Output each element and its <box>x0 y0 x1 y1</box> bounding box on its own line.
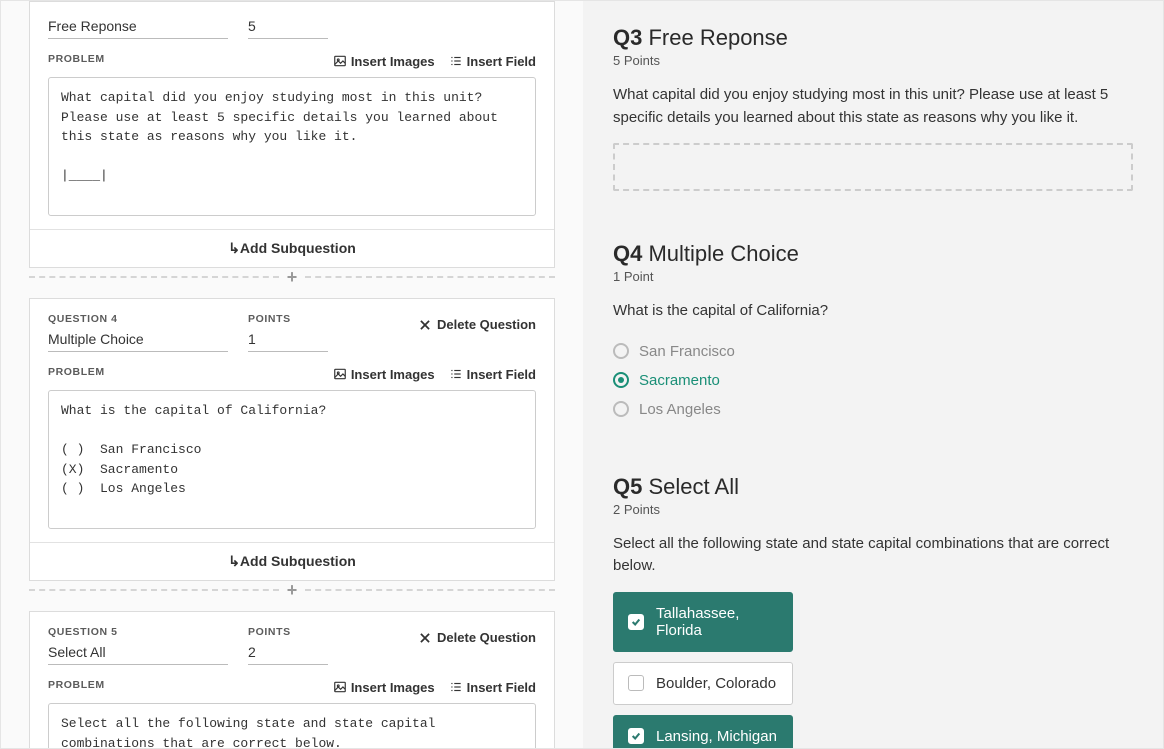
points-label: POINTS <box>248 626 328 638</box>
option-label: Lansing, Michigan <box>656 728 777 745</box>
problem-label: PROBLEM <box>48 679 105 691</box>
problem-label: PROBLEM <box>48 366 105 378</box>
radio-icon <box>613 343 629 359</box>
option-label: San Francisco <box>639 343 735 360</box>
question-title-input[interactable] <box>48 16 228 39</box>
add-subquestion-button[interactable]: ↳Add Subquestion <box>30 542 554 580</box>
insert-images-button[interactable]: Insert Images <box>333 367 435 382</box>
option-label: Tallahassee, Florida <box>656 605 778 639</box>
question-title-input[interactable] <box>48 329 228 352</box>
add-question-divider: + <box>29 268 555 286</box>
question-points-input[interactable] <box>248 642 328 665</box>
preview-column: Q3 Free Reponse 5 Points What capital di… <box>583 1 1163 748</box>
add-question-divider: + <box>29 581 555 599</box>
insert-field-button[interactable]: Insert Field <box>449 367 536 382</box>
question-card: QUESTION 5 POINTS Delete Question PROBLE… <box>29 611 555 748</box>
question-prompt: Select all the following state and state… <box>613 533 1133 578</box>
checkbox-option[interactable]: Boulder, Colorado <box>613 662 793 705</box>
checkbox-icon <box>628 614 644 630</box>
add-question-button[interactable]: + <box>279 268 306 286</box>
points-label: POINTS <box>248 313 328 325</box>
insert-field-button[interactable]: Insert Field <box>449 54 536 69</box>
close-icon <box>418 631 432 645</box>
problem-textarea[interactable] <box>48 77 536 216</box>
question-points: 1 Point <box>613 269 1133 284</box>
question-card: PROBLEM Insert Images Insert Field <box>29 1 555 268</box>
list-icon <box>449 54 463 68</box>
checkbox-icon <box>628 675 644 691</box>
problem-textarea[interactable] <box>48 703 536 748</box>
question-prompt: What capital did you enjoy studying most… <box>613 84 1133 129</box>
option-label: Los Angeles <box>639 401 721 418</box>
insert-field-button[interactable]: Insert Field <box>449 680 536 695</box>
delete-question-button[interactable]: Delete Question <box>418 317 536 332</box>
insert-images-button[interactable]: Insert Images <box>333 54 435 69</box>
app-shell: PROBLEM Insert Images Insert Field <box>0 0 1164 749</box>
question-type: Select All <box>648 474 739 499</box>
option-label: Boulder, Colorado <box>656 675 776 692</box>
image-icon <box>333 367 347 381</box>
free-response-answer-area[interactable] <box>613 143 1133 191</box>
radio-option[interactable]: San Francisco <box>613 337 1133 366</box>
problem-label: PROBLEM <box>48 53 105 65</box>
problem-textarea[interactable] <box>48 390 536 529</box>
radio-option[interactable]: Sacramento <box>613 366 1133 395</box>
preview-question: Q4 Multiple Choice 1 Point What is the c… <box>613 241 1133 424</box>
add-question-button[interactable]: + <box>279 581 306 599</box>
question-number: Q5 <box>613 474 642 499</box>
question-card: QUESTION 4 POINTS Delete Question PROBLE… <box>29 298 555 581</box>
radio-icon <box>613 401 629 417</box>
question-points-input[interactable] <box>248 329 328 352</box>
editor-column: PROBLEM Insert Images Insert Field <box>1 1 583 748</box>
list-icon <box>449 367 463 381</box>
checkbox-icon <box>628 728 644 744</box>
question-number-label: QUESTION 4 <box>48 313 228 325</box>
radio-option[interactable]: Los Angeles <box>613 395 1133 424</box>
close-icon <box>418 318 432 332</box>
question-points: 2 Points <box>613 502 1133 517</box>
question-points: 5 Points <box>613 53 1133 68</box>
question-title-input[interactable] <box>48 642 228 665</box>
question-prompt: What is the capital of California? <box>613 300 1133 323</box>
checkbox-option[interactable]: Lansing, Michigan <box>613 715 793 749</box>
delete-question-button[interactable]: Delete Question <box>418 630 536 645</box>
question-type: Free Reponse <box>648 25 787 50</box>
add-subquestion-button[interactable]: ↳Add Subquestion <box>30 229 554 267</box>
question-points-input[interactable] <box>248 16 328 39</box>
question-number-label: QUESTION 5 <box>48 626 228 638</box>
image-icon <box>333 680 347 694</box>
question-type: Multiple Choice <box>648 241 798 266</box>
question-number: Q4 <box>613 241 642 266</box>
image-icon <box>333 54 347 68</box>
radio-icon <box>613 372 629 388</box>
insert-images-button[interactable]: Insert Images <box>333 680 435 695</box>
checkbox-option[interactable]: Tallahassee, Florida <box>613 592 793 652</box>
preview-question: Q5 Select All 2 Points Select all the fo… <box>613 474 1133 749</box>
question-number: Q3 <box>613 25 642 50</box>
option-label: Sacramento <box>639 372 720 389</box>
list-icon <box>449 680 463 694</box>
preview-question: Q3 Free Reponse 5 Points What capital di… <box>613 25 1133 191</box>
